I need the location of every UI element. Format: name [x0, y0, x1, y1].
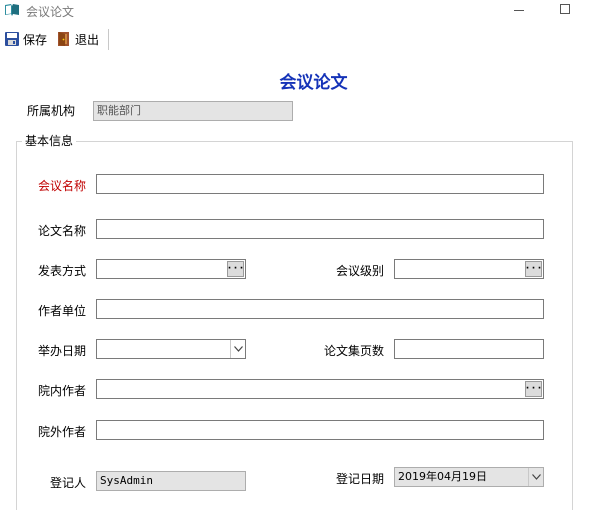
held-date-dropdown-button[interactable] [230, 340, 245, 358]
toolbar: 保存 退出 [0, 26, 607, 52]
meeting-name-input[interactable] [96, 174, 544, 194]
internal-authors-lookup-button[interactable]: ··· [524, 381, 543, 397]
external-authors-input[interactable] [96, 420, 544, 440]
save-label: 保存 [23, 32, 48, 47]
proceedings-pages-input[interactable] [394, 339, 544, 359]
chevron-down-icon [531, 474, 541, 480]
registrar-field: SysAdmin [96, 471, 246, 491]
external-authors-label: 院外作者 [38, 425, 87, 439]
maximize-button[interactable] [560, 4, 570, 14]
reg-date-dropdown-button[interactable] [528, 468, 543, 486]
internal-authors-label: 院内作者 [38, 384, 87, 398]
toolbar-separator [108, 29, 109, 50]
author-unit-input[interactable] [96, 299, 544, 319]
exit-label: 退出 [75, 32, 100, 47]
meeting-name-label: 会议名称 [38, 179, 87, 193]
held-date-picker[interactable] [96, 339, 246, 359]
save-button[interactable]: 保存 [4, 29, 47, 49]
registrar-label: 登记人 [50, 476, 87, 490]
author-unit-label: 作者单位 [38, 304, 87, 318]
title-bar: 会议论文 [0, 0, 607, 22]
paper-name-label: 论文名称 [38, 224, 87, 238]
window-title: 会议论文 [26, 5, 75, 19]
reg-date-picker[interactable]: 2019年04月19日 [394, 467, 544, 487]
reg-date-value: 2019年04月19日 [398, 470, 487, 483]
publish-method-lookup-button[interactable]: ··· [226, 261, 245, 277]
meeting-level-lookup-button[interactable]: ··· [524, 261, 543, 277]
org-field: 职能部门 [93, 101, 293, 121]
form-title: 会议论文 [279, 73, 348, 93]
basic-info-group [16, 141, 573, 510]
internal-authors-input[interactable]: ··· [96, 379, 544, 399]
minimize-button[interactable] [514, 10, 524, 11]
paper-name-input[interactable] [96, 219, 544, 239]
exit-button[interactable]: 退出 [56, 29, 99, 49]
reg-date-label: 登记日期 [336, 472, 385, 486]
group-caption: 基本信息 [22, 132, 77, 149]
chevron-down-icon [233, 346, 243, 352]
book-icon [5, 4, 19, 16]
floppy-disk-icon [5, 32, 19, 46]
proceedings-pages-label: 论文集页数 [324, 344, 385, 358]
org-label: 所属机构 [27, 104, 76, 118]
held-date-label: 举办日期 [38, 344, 87, 358]
publish-method-input[interactable]: ··· [96, 259, 246, 279]
door-exit-icon [58, 32, 69, 46]
meeting-level-input[interactable]: ··· [394, 259, 544, 279]
meeting-level-label: 会议级别 [336, 264, 385, 278]
publish-method-label: 发表方式 [38, 264, 87, 278]
